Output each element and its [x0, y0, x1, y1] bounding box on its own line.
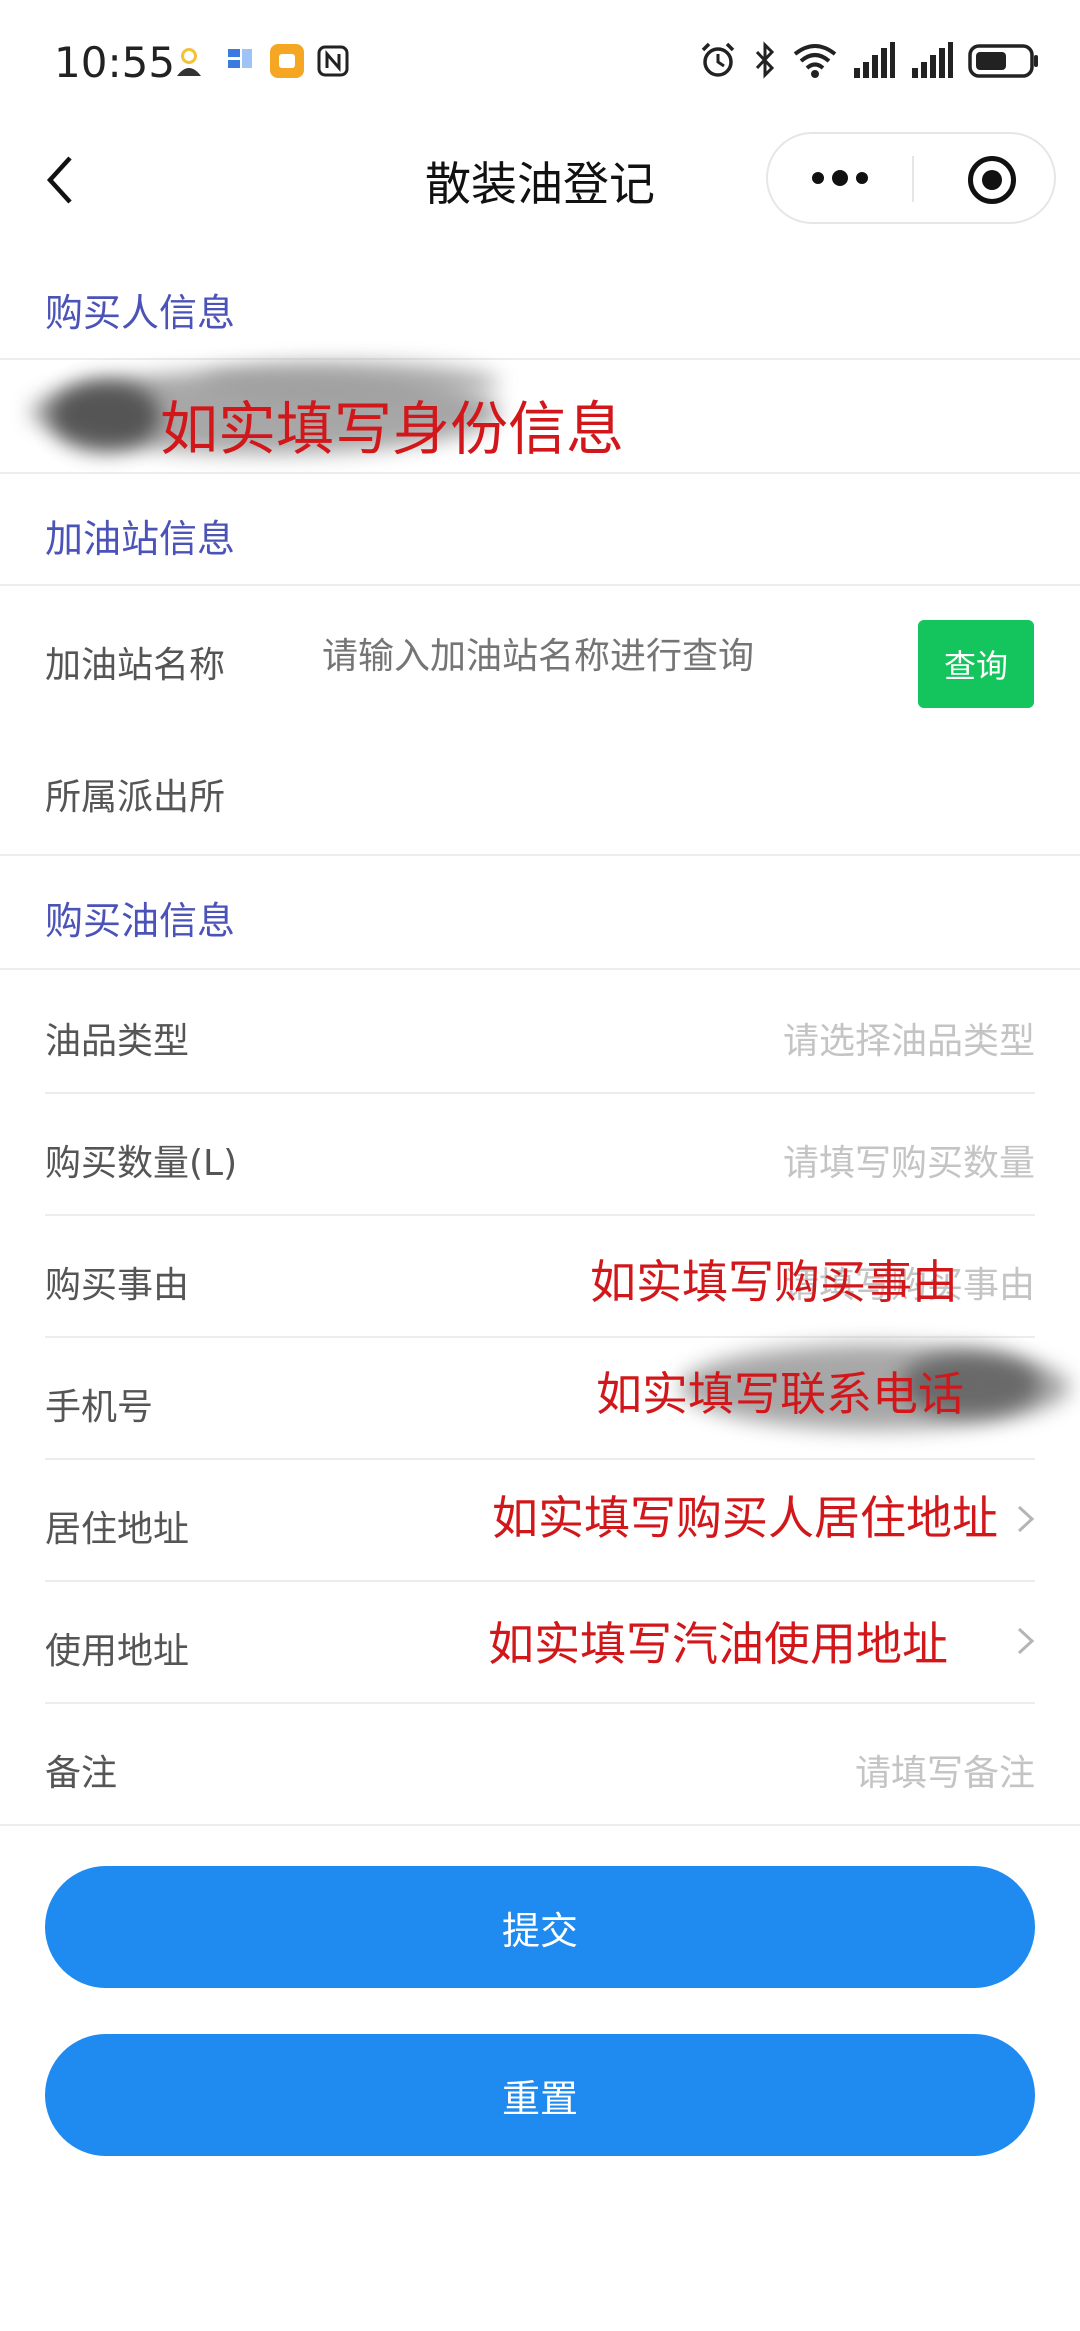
- status-time: 10:55: [54, 38, 176, 87]
- page: 10:55 散装油登记 购买人信息 如实填写身份信息 加油站信息 加油站名称 请…: [0, 0, 1080, 2331]
- usage-address-label: 使用地址: [45, 1631, 190, 1672]
- bluetooth-icon: [752, 40, 778, 84]
- dot-icon: [856, 172, 868, 184]
- station-name-row: 加油站名称 查询: [0, 596, 1080, 716]
- oil-type-select[interactable]: 请选择油品类型: [783, 1012, 1035, 1064]
- reason-label: 购买事由: [45, 1265, 190, 1306]
- dot-icon: [832, 170, 848, 186]
- mini-program-capsule: [766, 132, 1056, 224]
- quantity-input[interactable]: 请填写购买数量: [783, 1134, 1035, 1186]
- section-title: 购买人信息: [45, 291, 236, 335]
- more-button[interactable]: [768, 134, 912, 222]
- oil-type-row[interactable]: 油品类型 请选择油品类型: [0, 972, 1080, 1094]
- phone-label: 手机号: [45, 1387, 154, 1428]
- station-name-input[interactable]: [322, 636, 882, 677]
- quantity-row[interactable]: 购买数量(L) 请填写购买数量: [0, 1094, 1080, 1216]
- quantity-label: 购买数量(L): [45, 1143, 238, 1184]
- residence-label: 居住地址: [45, 1509, 190, 1550]
- phone-row[interactable]: 手机号 如实填写联系电话: [0, 1338, 1080, 1460]
- remark-input[interactable]: 请填写备注: [855, 1744, 1035, 1796]
- section-buyer-info: 购买人信息: [0, 250, 1080, 360]
- avatar-icon: [172, 44, 206, 78]
- station-name-label: 加油站名称: [45, 645, 226, 686]
- section-title: 加油站信息: [45, 517, 236, 561]
- chevron-right-icon: [1017, 1627, 1035, 1655]
- storage-icon: [224, 44, 258, 78]
- remark-row[interactable]: 备注 请填写备注: [0, 1704, 1080, 1826]
- reason-row[interactable]: 购买事由 请填写购买事由 如实填写购买事由: [0, 1216, 1080, 1338]
- chevron-right-icon: [1017, 1505, 1035, 1533]
- annotation-residence: 如实填写购买人居住地址: [492, 1491, 998, 1545]
- capsule-divider: [912, 156, 914, 202]
- status-bar: 10:55: [0, 0, 1080, 120]
- nfc-icon: [316, 44, 350, 78]
- annotation-identity: 如实填写身份信息: [160, 395, 625, 463]
- police-station-row: 所属派出所: [0, 730, 1080, 856]
- signal-icon: [910, 40, 954, 84]
- query-button[interactable]: 查询: [918, 620, 1034, 708]
- annotation-reason: 如实填写购买事由: [590, 1255, 958, 1309]
- dot-icon: [812, 172, 824, 184]
- section-station-info: 加油站信息: [0, 476, 1080, 586]
- alarm-icon: [698, 40, 738, 84]
- wifi-icon: [792, 40, 838, 84]
- signal-icon: [852, 40, 896, 84]
- oil-type-label: 油品类型: [45, 1021, 190, 1062]
- nav-bar: 散装油登记: [0, 120, 1080, 240]
- section-oil-info: 购买油信息: [0, 858, 1080, 970]
- status-icons: [698, 40, 1040, 84]
- redaction-smudge: [50, 380, 160, 452]
- close-target-icon[interactable]: [968, 156, 1016, 204]
- buyer-identity-row: 如实填写身份信息: [0, 362, 1080, 474]
- app-icon: [270, 44, 304, 78]
- usage-address-row[interactable]: 使用地址 如实填写汽油使用地址: [0, 1582, 1080, 1704]
- battery-icon: [968, 40, 1040, 84]
- annotation-phone: 如实填写联系电话: [596, 1367, 964, 1421]
- annotation-usage: 如实填写汽油使用地址: [488, 1617, 948, 1671]
- submit-button[interactable]: 提交: [45, 1866, 1035, 1988]
- reset-button[interactable]: 重置: [45, 2034, 1035, 2156]
- police-station-label: 所属派出所: [45, 777, 226, 818]
- section-title: 购买油信息: [45, 899, 236, 943]
- residence-row[interactable]: 居住地址 如实填写购买人居住地址: [0, 1460, 1080, 1582]
- remark-label: 备注: [45, 1753, 118, 1794]
